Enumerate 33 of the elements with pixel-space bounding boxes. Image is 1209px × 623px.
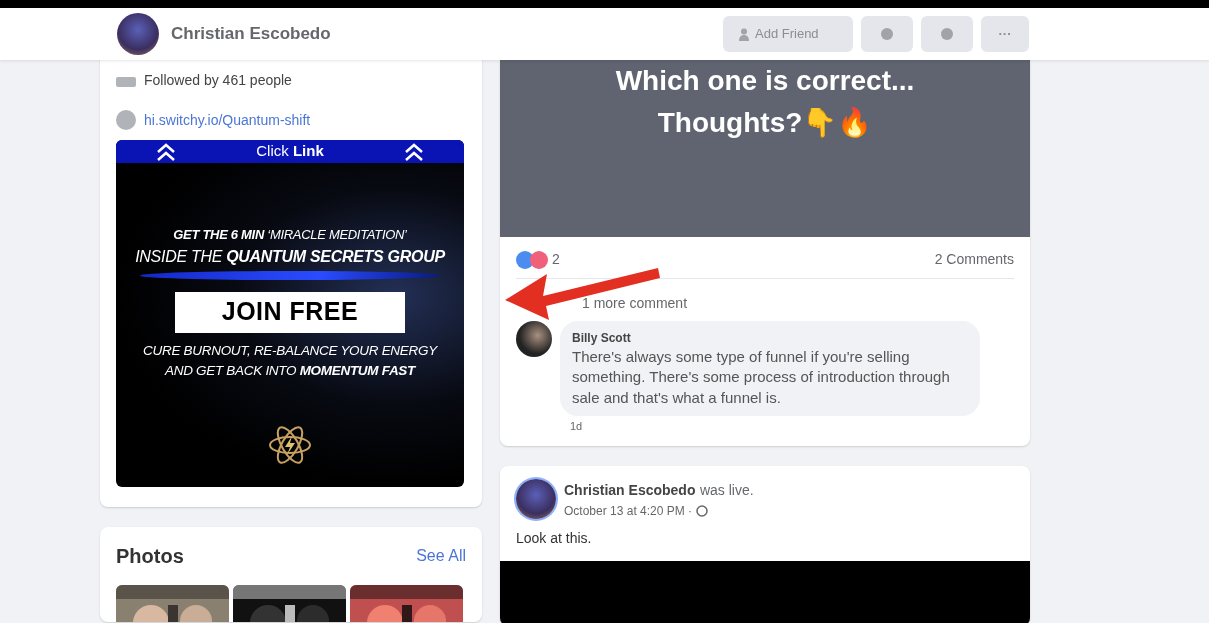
comment-time[interactable]: 1d [570,417,980,435]
comment-count[interactable]: 2 Comments [934,249,1014,270]
ad-headline: INSIDE THE QUANTUM SECRETS GROUP [134,246,446,267]
comment-text: There's always some type of funnel if you're selling something. There's some process of introduction through sale and that's what a funnel is. [572,347,951,408]
post-date[interactable]: October 13 at 4:20 PM · [564,502,693,521]
followers-text: Followed by 461 people [144,70,292,90]
ad-headline: GET THE 6 MIN ‘MIRACLE MEDITATION’ [172,226,408,244]
circle-icon [940,27,954,41]
circle-icon [880,27,894,41]
website-link[interactable]: hi.switchy.io/Quantum-shift [144,109,311,131]
person-icon [739,27,749,41]
join-free-button[interactable]: JOIN FREE [175,291,405,333]
avatar [516,321,552,357]
see-all-link[interactable]: See All [416,544,466,568]
author-name[interactable]: Christian Escobedo [564,482,696,499]
post-action: was live. [699,482,754,499]
ad-banner[interactable]: Click Link GET THE 6 MIN ‘MIRACLE MEDITATION’ INSIDE THE QUANTUM SECRETS GROUP JOIN FREE CURE BURNOUT, RE-BALANCE YOUR ENERGY AND GET BACK INTO MOMENTUM FAST [116,140,464,487]
globe-icon [116,110,136,130]
avatar [117,13,159,55]
post-image-text: Which one is correct... Thoughts?👇🔥 [614,64,916,140]
ad-subtitle: AND GET BACK INTO MOMENTUM FAST [163,361,417,380]
profile-name: Christian Escobedo [171,23,331,46]
globe-icon [696,505,709,518]
section-title: Photos [116,544,184,569]
more-comments-link[interactable]: 1 more comment [582,295,688,311]
ad-subtitle: CURE BURNOUT, RE-BALANCE YOUR ENERGY [142,341,439,360]
comment-author[interactable]: Billy Scott [572,329,968,347]
chevrons-up-icon [403,142,424,161]
banner-text: Click Link [256,141,324,162]
reaction-count: 2 [552,250,560,269]
chevrons-up-icon [156,142,177,161]
avatar [516,479,556,520]
post-text: Look at this. [516,529,593,549]
